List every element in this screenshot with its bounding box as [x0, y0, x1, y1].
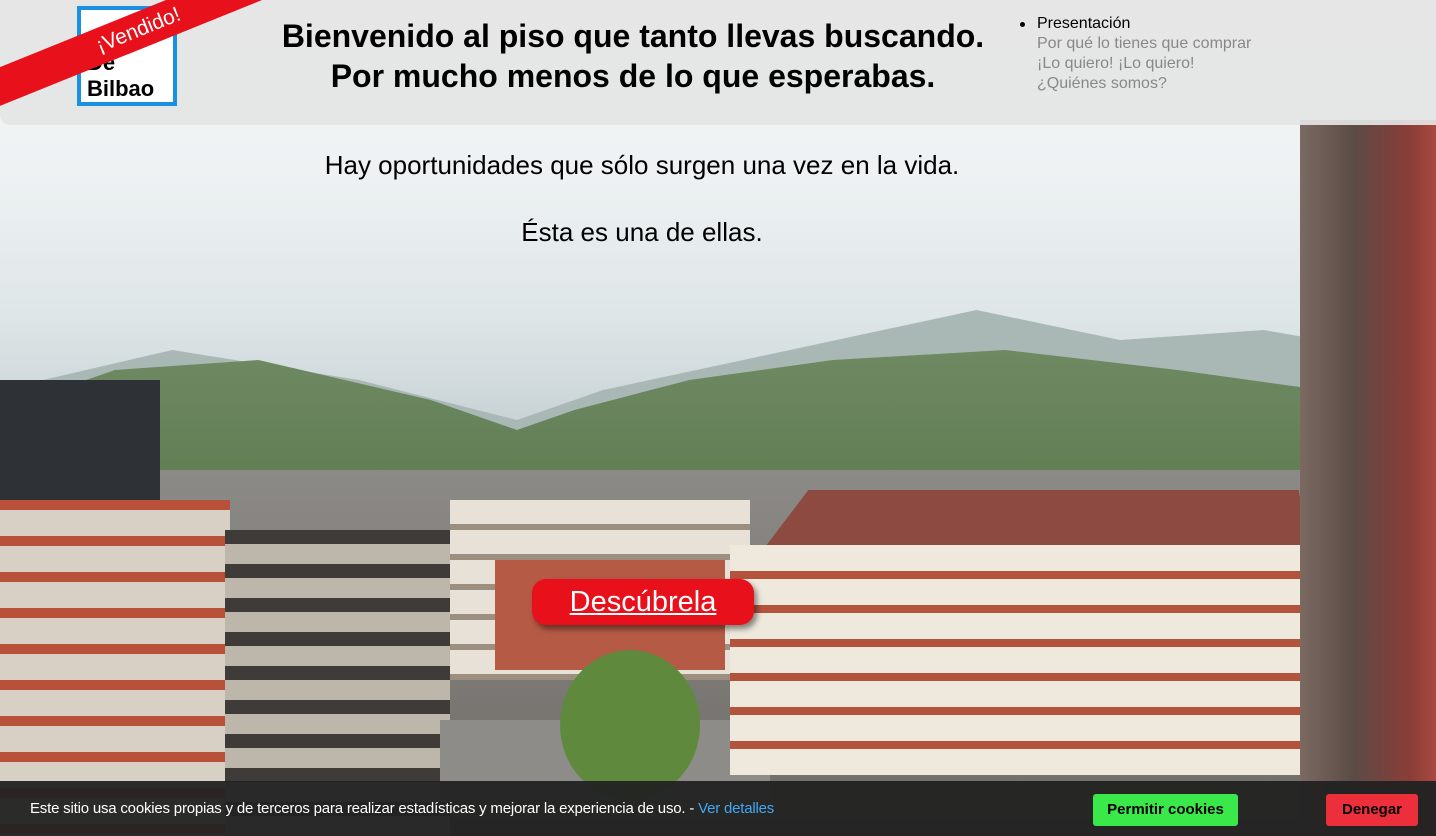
- nav-item-quienes-somos[interactable]: ¿Quiénes somos?: [1018, 74, 1298, 94]
- building-right-roof: [762, 490, 1310, 550]
- sold-ribbon-wrapper: ¡Vendido!: [0, 0, 300, 125]
- window-frame-foreground: [1300, 120, 1436, 836]
- allow-cookies-button[interactable]: Permitir cookies: [1093, 794, 1238, 826]
- page-title-line2: Por mucho menos de lo que esperabas.: [330, 58, 936, 94]
- sold-ribbon: ¡Vendido!: [0, 0, 294, 123]
- building-dark: [0, 380, 160, 520]
- main-nav: Presentación Por qué lo tienes que compr…: [1018, 14, 1298, 94]
- cookie-message-text: Este sitio usa cookies propias y de terc…: [30, 800, 699, 817]
- background-photo: [0, 0, 1436, 836]
- tree: [560, 650, 700, 800]
- nav-item-lo-quiero[interactable]: ¡Lo quiero! ¡Lo quiero!: [1018, 54, 1298, 74]
- nav-item-presentacion[interactable]: Presentación: [1018, 14, 1298, 34]
- discover-button[interactable]: Descúbrela: [532, 579, 754, 625]
- intro-line-1: Hay oportunidades que sólo surgen una ve…: [324, 150, 960, 180]
- cookie-banner: Este sitio usa cookies propias y de terc…: [0, 781, 1436, 836]
- page-title: Bienvenido al piso que tanto llevas busc…: [270, 16, 996, 96]
- intro-line-2: Ésta es una de ellas.: [521, 217, 763, 247]
- cookie-details-link[interactable]: Ver detalles: [698, 800, 774, 817]
- cookie-message: Este sitio usa cookies propias y de terc…: [30, 800, 774, 818]
- page-title-line1: Bienvenido al piso que tanto llevas busc…: [281, 18, 985, 54]
- building-right: [730, 545, 1300, 775]
- site-header: De Bilbao ¡Vendido! Bienvenido al piso q…: [0, 0, 1436, 125]
- deny-cookies-button[interactable]: Denegar: [1326, 794, 1418, 826]
- nav-item-por-que[interactable]: Por qué lo tienes que comprar: [1018, 34, 1298, 54]
